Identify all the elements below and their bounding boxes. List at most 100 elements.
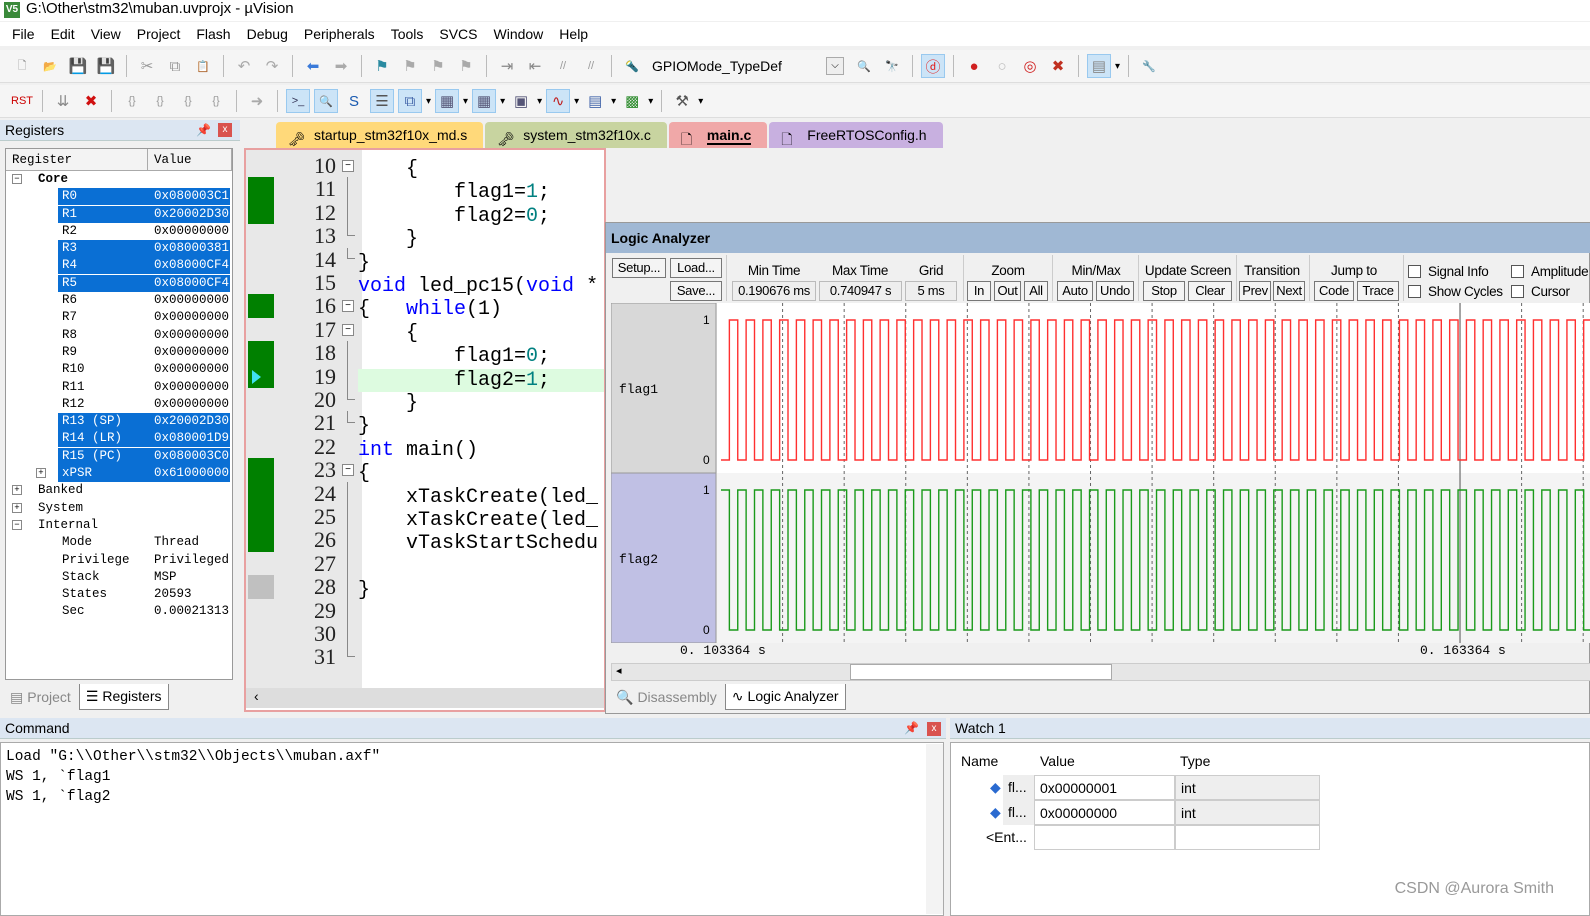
uncomment-icon[interactable]: // (579, 54, 603, 78)
menu-tools[interactable]: Tools (383, 26, 432, 42)
save-all-icon[interactable]: 💾 (94, 54, 118, 78)
next-transition-button[interactable]: Next (1273, 281, 1305, 301)
expand-icon[interactable]: + (36, 468, 46, 479)
clear-button[interactable]: Clear (1188, 281, 1232, 301)
undo-icon[interactable]: ↶ (232, 54, 256, 78)
copy-icon[interactable]: ⧉ (163, 54, 187, 78)
disassembly-window-icon[interactable]: 🔍 (314, 89, 338, 113)
step-out-icon[interactable]: {} (176, 89, 200, 113)
find-combo[interactable]: GPIOMode_TypeDef ⌵ (648, 55, 848, 77)
register-row-stack[interactable]: Stack MSP (6, 569, 232, 586)
close-icon[interactable]: x (927, 722, 941, 736)
zoom-in-button[interactable]: In (967, 281, 991, 301)
scroll-left-arrow-icon[interactable]: ◂ (616, 664, 622, 677)
run-to-cursor-icon[interactable]: {} (204, 89, 228, 113)
watch-value[interactable]: 0x00000000 (1034, 800, 1175, 825)
editor-horizontal-scrollbar[interactable]: ‹ (246, 688, 604, 708)
command-vertical-scrollbar[interactable] (926, 744, 943, 914)
jump-code-button[interactable]: Code (1314, 281, 1354, 301)
fold-toggle-icon[interactable]: − (342, 464, 354, 477)
clear-bookmarks-icon[interactable]: ⚑ (454, 54, 478, 78)
menu-svcs[interactable]: SVCS (431, 26, 485, 42)
register-row-r10[interactable]: R10 0x00000000 (6, 361, 232, 378)
editor-tab-system-stm32f10x-c[interactable]: 🗝 system_stm32f10x.c (485, 122, 667, 148)
register-row-r14[interactable]: R14 (LR) 0x080001D9 (6, 430, 232, 448)
menu-debug[interactable]: Debug (239, 26, 296, 42)
tab-logic-analyzer[interactable]: ∿ Logic Analyzer (724, 684, 846, 710)
pin-icon[interactable]: 📌 (904, 721, 919, 735)
reset-icon[interactable]: RST (10, 89, 34, 113)
stop-icon[interactable]: ✖ (79, 89, 103, 113)
code-line[interactable]: flag1=1; (358, 181, 550, 204)
code-editor[interactable]: 10 11 12 13 14 15 16 17 18 19 20 21 22 23 24 25 26 27 28 29… (244, 148, 606, 712)
tab-registers[interactable]: ☰ Registers (78, 684, 169, 710)
code-line[interactable]: vTaskStartSchedu (358, 532, 598, 555)
new-file-icon[interactable]: 🗋 (10, 54, 34, 78)
auto-button[interactable]: Auto (1057, 281, 1093, 301)
code-line[interactable]: } (358, 579, 370, 602)
register-row-r1[interactable]: R1 0x20002D30 (6, 205, 232, 223)
menu-help[interactable]: Help (551, 26, 596, 42)
code-line[interactable]: void led_pc15(void * (358, 275, 598, 298)
open-folder-icon[interactable]: 📂 (38, 54, 62, 78)
chevron-down-icon[interactable]: ⌵ (826, 57, 844, 75)
register-row-r15[interactable]: R15 (PC) 0x080003C0 (6, 447, 232, 465)
dropdown-arrow-icon[interactable]: ▾ (1115, 61, 1120, 72)
call-stack-icon[interactable]: ⧉ (398, 89, 422, 113)
editor-tab-startup-stm32f10x-md-s[interactable]: 🗝 startup_stm32f10x_md.s (276, 122, 484, 148)
prev-bookmark-icon[interactable]: ⚑ (398, 54, 422, 78)
editor-tab-main-c[interactable]: 🗋 main.c (668, 122, 768, 148)
register-row-sec[interactable]: Sec 0.00021313 (6, 603, 232, 620)
collapse-icon[interactable]: − (12, 519, 22, 530)
dropdown-arrow-icon[interactable]: ▾ (426, 96, 431, 107)
fold-toggle-icon[interactable]: − (342, 323, 354, 336)
step-icon[interactable]: {} (120, 89, 144, 113)
register-row-privilege[interactable]: Privilege Privileged (6, 552, 232, 569)
column-header-value[interactable]: Value (1035, 749, 1175, 774)
register-row-r8[interactable]: R8 0x00000000 (6, 327, 232, 344)
paste-icon[interactable]: 📋 (191, 54, 215, 78)
system-viewer-icon[interactable]: ▩ (620, 89, 644, 113)
code-line[interactable]: } (358, 415, 370, 438)
kill-all-breakpoints-icon[interactable]: ✖ (1046, 54, 1070, 78)
cursor-checkbox[interactable] (1511, 285, 1524, 298)
register-row-r0[interactable]: R0 0x080003C1 (6, 188, 232, 206)
code-line[interactable]: } (358, 228, 418, 251)
register-row-r9[interactable]: R9 0x00000000 (6, 344, 232, 361)
register-row-r5[interactable]: R5 0x08000CF4 (6, 274, 232, 292)
code-line[interactable]: flag2=1; (358, 369, 550, 392)
register-row-r3[interactable]: R3 0x08000381 (6, 240, 232, 258)
watch-value[interactable]: 0x00000001 (1034, 775, 1175, 800)
register-row-r6[interactable]: R6 0x00000000 (6, 292, 232, 309)
code-line[interactable]: { (358, 322, 418, 345)
code-line[interactable]: xTaskCreate(led_ (358, 486, 598, 509)
code-line[interactable]: { (358, 158, 418, 181)
serial-window-icon[interactable]: ▣ (509, 89, 533, 113)
waveform-horizontal-scrollbar[interactable]: ◂ (611, 663, 1590, 681)
menu-project[interactable]: Project (129, 26, 189, 42)
scrollbar-thumb[interactable] (850, 664, 1112, 680)
redo-icon[interactable]: ↷ (260, 54, 284, 78)
signal-info-checkbox[interactable] (1408, 265, 1421, 278)
registers-window-icon[interactable]: ☰ (370, 89, 394, 113)
column-header-type[interactable]: Type (1175, 749, 1319, 774)
prev-transition-button[interactable]: Prev (1239, 281, 1271, 301)
column-header-value[interactable]: Value (148, 149, 232, 170)
zoom-out-button[interactable]: Out (994, 281, 1021, 301)
cut-icon[interactable]: ✂ (135, 54, 159, 78)
disable-breakpoint-icon[interactable]: ○ (990, 54, 1014, 78)
dropdown-arrow-icon[interactable]: ▾ (500, 96, 505, 107)
column-header-register[interactable]: Register (6, 149, 148, 170)
watch-window-icon[interactable]: ▦ (435, 89, 460, 113)
dropdown-arrow-icon[interactable]: ▾ (574, 96, 579, 107)
watch-name[interactable]: fl... (1003, 775, 1035, 800)
setup-button[interactable]: Setup... (612, 258, 666, 278)
dropdown-arrow-icon[interactable]: ▾ (611, 96, 616, 107)
expand-icon[interactable]: + (12, 485, 22, 496)
command-window-icon[interactable]: >_ (286, 89, 310, 113)
trace-window-icon[interactable]: ▤ (583, 89, 607, 113)
menu-peripherals[interactable]: Peripherals (296, 26, 383, 42)
amplitude-checkbox[interactable] (1511, 265, 1524, 278)
zoom-all-button[interactable]: All (1024, 281, 1048, 301)
disable-all-breakpoints-icon[interactable]: ◎ (1018, 54, 1042, 78)
